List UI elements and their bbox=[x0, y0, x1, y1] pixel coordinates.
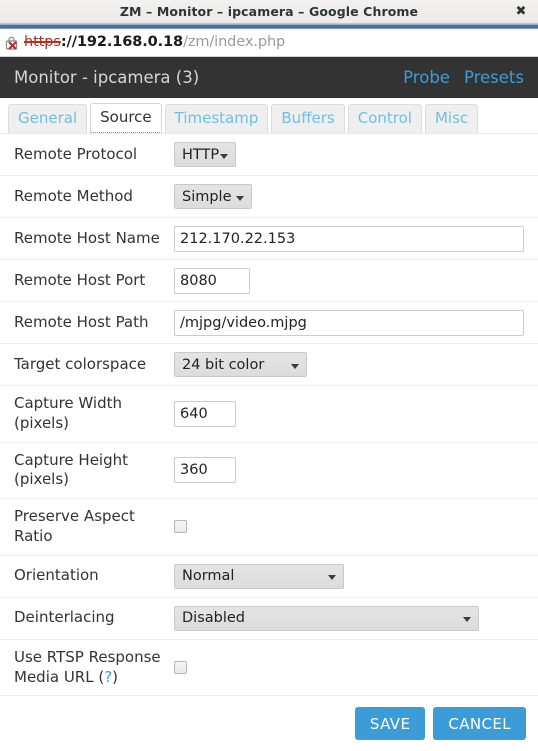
label-preserve-aspect-ratio: Preserve Aspect Ratio bbox=[14, 507, 135, 545]
tab-source[interactable]: Source bbox=[90, 103, 162, 133]
row-deinterlacing: Deinterlacing Disabled bbox=[0, 596, 538, 639]
save-button[interactable]: SAVE bbox=[354, 707, 426, 741]
tab-control[interactable]: Control bbox=[347, 104, 422, 133]
source-settings-form: Remote Protocol HTTP Remote Method Simpl… bbox=[0, 133, 538, 696]
probe-link[interactable]: Probe bbox=[403, 68, 450, 87]
row-use-rtsp-media-url: Use RTSP Response Media URL (?) bbox=[0, 638, 538, 696]
rtsp-label-prefix: Use RTSP Response Media URL ( bbox=[14, 647, 161, 686]
label-remote-host-name: Remote Host Name bbox=[14, 228, 160, 247]
tab-strip: General Source Timestamp Buffers Control… bbox=[0, 98, 538, 133]
remote-host-port-input[interactable] bbox=[174, 267, 250, 294]
url-text[interactable]: https://192.168.0.18/zm/index.php bbox=[24, 35, 285, 50]
field-remote-host-path bbox=[174, 309, 538, 336]
field-use-rtsp-media-url bbox=[174, 661, 538, 675]
label-remote-method: Remote Method bbox=[14, 186, 133, 205]
row-orientation: Orientation Normal bbox=[0, 554, 538, 597]
rtsp-help-icon[interactable]: ? bbox=[104, 668, 112, 686]
label-remote-protocol: Remote Protocol bbox=[14, 144, 138, 163]
url-scheme: https bbox=[24, 34, 61, 51]
preserve-aspect-ratio-checkbox[interactable] bbox=[174, 520, 187, 534]
field-deinterlacing: Disabled bbox=[174, 605, 538, 631]
label-capture-height: Capture Height (pixels) bbox=[14, 450, 128, 489]
remote-method-select[interactable]: Simple bbox=[174, 184, 252, 209]
url-path: /zm/index.php bbox=[183, 34, 286, 51]
capture-height-input[interactable] bbox=[174, 457, 236, 484]
row-remote-method: Remote Method Simple bbox=[0, 175, 538, 217]
tab-buffers[interactable]: Buffers bbox=[271, 104, 345, 133]
row-target-colorspace: Target colorspace 24 bit color bbox=[0, 343, 538, 385]
window-title: ZM – Monitor – ipcamera – Google Chrome bbox=[119, 4, 419, 19]
row-remote-host-name: Remote Host Name bbox=[0, 217, 538, 259]
close-icon[interactable]: ✖ bbox=[514, 5, 528, 19]
label-remote-host-path: Remote Host Path bbox=[14, 312, 149, 331]
field-remote-host-name bbox=[174, 225, 538, 252]
target-colorspace-select[interactable]: 24 bit color bbox=[174, 352, 307, 377]
page-title: Monitor - ipcamera (3) bbox=[14, 68, 200, 87]
field-preserve-aspect-ratio bbox=[174, 520, 538, 534]
header-links: Probe Presets bbox=[403, 68, 524, 87]
row-remote-host-port: Remote Host Port bbox=[0, 259, 538, 301]
page-header: Monitor - ipcamera (3) Probe Presets bbox=[0, 57, 538, 98]
remote-protocol-select[interactable]: HTTP bbox=[174, 142, 236, 167]
remote-host-path-input[interactable] bbox=[174, 309, 524, 336]
field-remote-host-port bbox=[174, 267, 538, 294]
tab-misc[interactable]: Misc bbox=[424, 104, 479, 133]
browser-omnibox[interactable]: https://192.168.0.18/zm/index.php bbox=[0, 29, 538, 57]
orientation-select[interactable]: Normal bbox=[174, 563, 344, 589]
url-separator: :// bbox=[60, 34, 77, 51]
label-orientation: Orientation bbox=[14, 566, 99, 585]
capture-width-input[interactable] bbox=[174, 400, 236, 427]
label-deinterlacing: Deinterlacing bbox=[14, 608, 115, 627]
form-button-bar: SAVE CANCEL bbox=[0, 695, 538, 751]
field-capture-width bbox=[174, 400, 538, 427]
label-remote-host-port: Remote Host Port bbox=[14, 270, 146, 289]
row-remote-protocol: Remote Protocol HTTP bbox=[0, 133, 538, 175]
field-remote-protocol: HTTP bbox=[174, 142, 538, 167]
label-target-colorspace: Target colorspace bbox=[14, 354, 147, 373]
field-capture-height bbox=[174, 457, 538, 484]
row-preserve-aspect-ratio: Preserve Aspect Ratio bbox=[0, 498, 538, 555]
tab-timestamp[interactable]: Timestamp bbox=[164, 104, 269, 133]
field-target-colorspace: 24 bit color bbox=[174, 352, 538, 377]
cancel-button[interactable]: CANCEL bbox=[433, 707, 526, 741]
presets-link[interactable]: Presets bbox=[464, 68, 524, 87]
row-remote-host-path: Remote Host Path bbox=[0, 301, 538, 343]
deinterlacing-select[interactable]: Disabled bbox=[174, 605, 479, 631]
insecure-lock-icon[interactable] bbox=[4, 34, 21, 51]
remote-host-name-input[interactable] bbox=[174, 225, 524, 252]
row-capture-height: Capture Height (pixels) bbox=[0, 441, 538, 499]
use-rtsp-media-url-checkbox[interactable] bbox=[174, 661, 187, 675]
row-capture-width: Capture Width (pixels) bbox=[0, 385, 538, 442]
label-use-rtsp-media-url: Use RTSP Response Media URL (?) bbox=[14, 640, 174, 696]
window-titlebar: ZM – Monitor – ipcamera – Google Chrome … bbox=[0, 0, 538, 24]
url-host: 192.168.0.18 bbox=[76, 34, 184, 51]
label-capture-width: Capture Width (pixels) bbox=[14, 394, 122, 432]
field-orientation: Normal bbox=[174, 563, 538, 589]
rtsp-label-suffix: ) bbox=[112, 667, 119, 686]
tab-general[interactable]: General bbox=[8, 104, 88, 133]
field-remote-method: Simple bbox=[174, 184, 538, 209]
